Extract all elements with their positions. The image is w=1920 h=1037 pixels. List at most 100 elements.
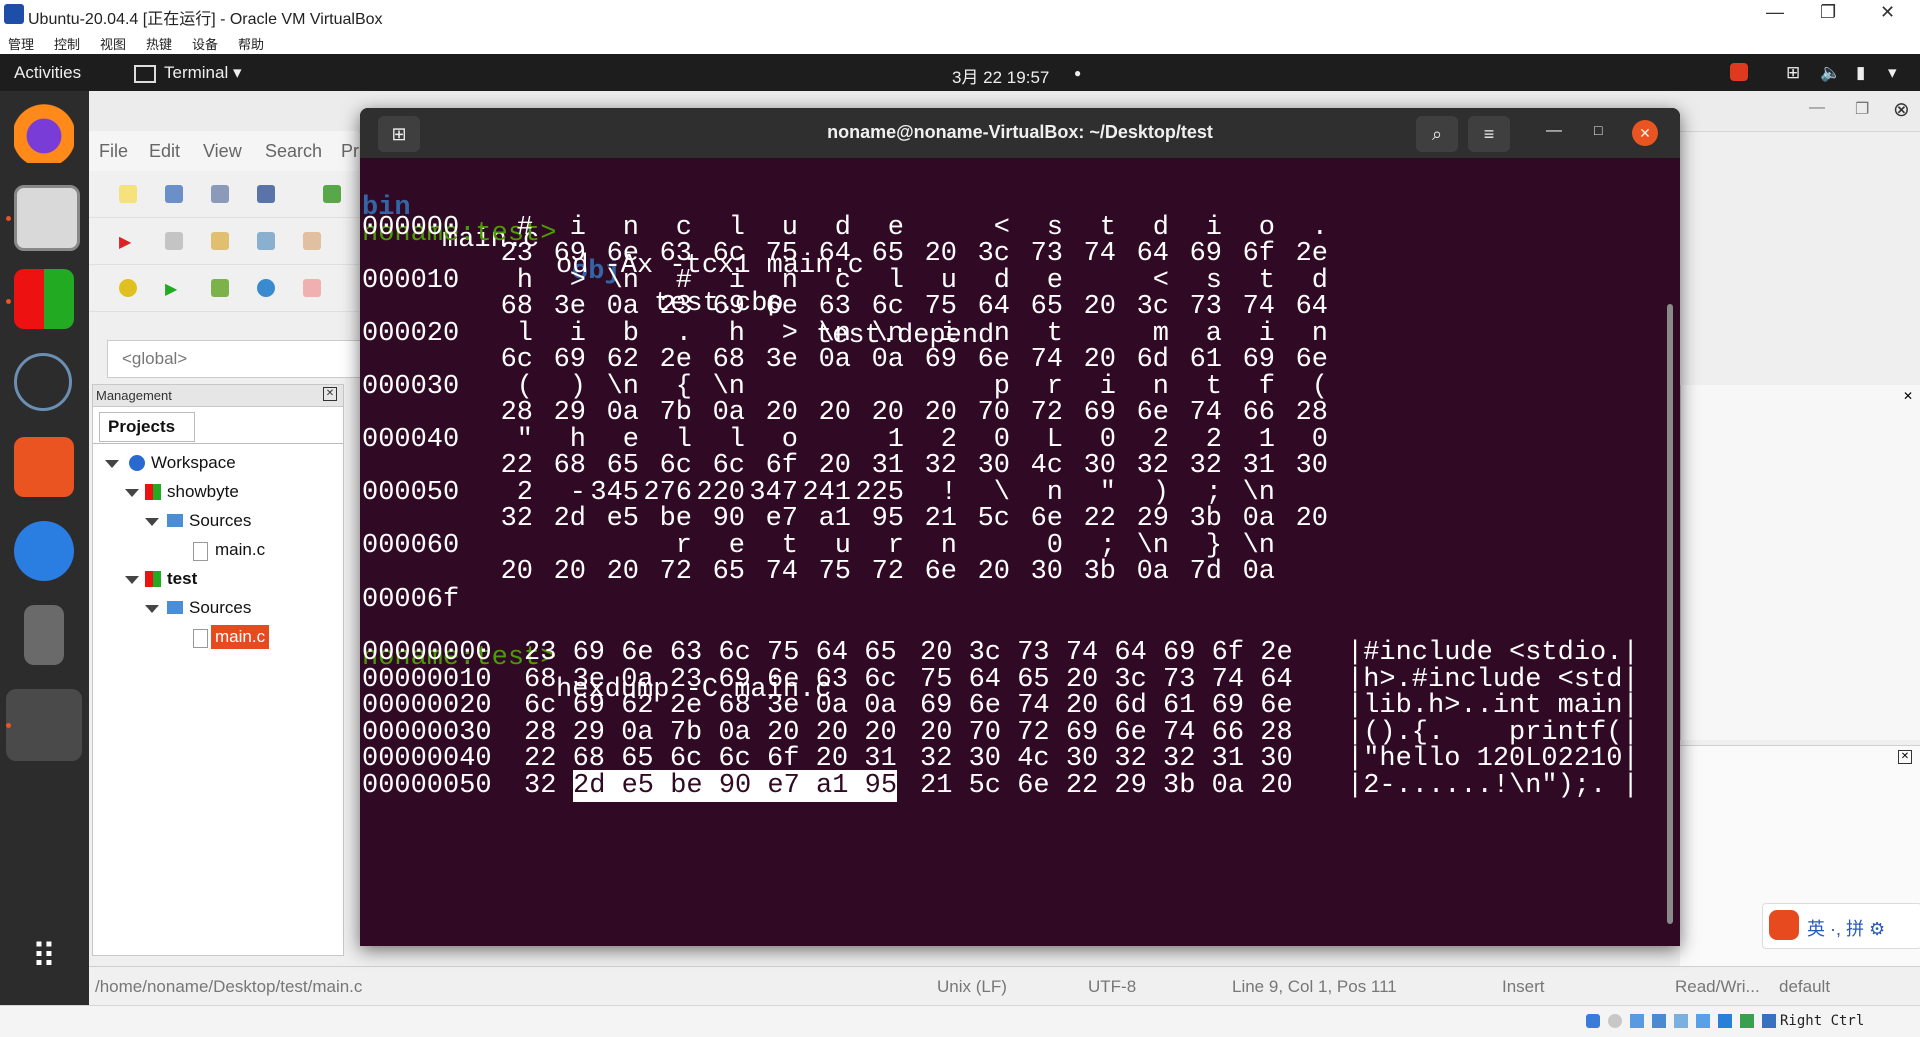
mouse-integration-icon[interactable] (1762, 1014, 1776, 1028)
terminal-dock-icon[interactable] (6, 689, 82, 761)
nqq-icon[interactable] (24, 605, 64, 665)
save-all-icon[interactable] (257, 185, 275, 203)
edb-icon[interactable] (14, 353, 72, 411)
cb-menu-view[interactable]: View (203, 141, 242, 162)
optical-icon[interactable] (1608, 1014, 1622, 1028)
battery-icon[interactable]: ▮ (1856, 63, 1865, 83)
od-hex-byte: 65 (712, 557, 745, 587)
expand-arrow-icon[interactable] (125, 489, 139, 497)
menu-control[interactable]: 控制 (54, 34, 80, 53)
build-icon[interactable] (119, 279, 137, 297)
files-icon[interactable] (14, 185, 80, 251)
expand-arrow-icon[interactable] (105, 460, 119, 468)
run-to-cursor-icon[interactable] (165, 232, 183, 250)
audio-icon[interactable] (1630, 1014, 1644, 1028)
od-offset: 000030 (362, 372, 460, 402)
cb-restore-icon[interactable]: ❐ (1855, 99, 1869, 119)
activities-button[interactable]: Activities (14, 63, 81, 83)
open-icon[interactable] (165, 185, 183, 203)
abort-icon[interactable] (303, 279, 321, 297)
tree-file-main-c-selected[interactable]: main.c (193, 625, 333, 649)
menu-help[interactable]: 帮助 (238, 34, 264, 53)
hamburger-menu-button[interactable]: ≡ (1468, 116, 1510, 152)
software-center-icon[interactable] (14, 437, 74, 497)
right-pane-close-icon[interactable]: ✕ (1903, 389, 1913, 403)
terminal-scrollbar[interactable] (1667, 304, 1673, 924)
sogou-icon[interactable] (1730, 63, 1748, 81)
run-icon[interactable]: ▶ (165, 279, 183, 298)
tree-file-main-c[interactable]: main.c (193, 538, 333, 562)
editor-area: ✕ (1680, 385, 1920, 740)
cb-menu-project[interactable]: Pr (341, 141, 359, 162)
new-file-icon[interactable] (119, 185, 137, 203)
debug-start-icon[interactable]: ▶ (119, 232, 137, 251)
status-encoding: UTF-8 (1088, 977, 1137, 996)
usb-icon[interactable] (1674, 1014, 1688, 1028)
hdd-icon[interactable] (1586, 1014, 1600, 1028)
firefox-icon[interactable] (14, 103, 74, 163)
ime-toolbar[interactable]: 英 ·, 拼 ⚙ (1762, 903, 1920, 949)
tree-project-showbyte[interactable]: showbyte (125, 480, 335, 504)
projects-tree: Projects Workspace showbyte Sources main… (92, 406, 344, 956)
shared-folders-icon[interactable] (1696, 1014, 1710, 1028)
terminal-close-button[interactable]: ✕ (1632, 120, 1658, 146)
codeblocks-menubar: File Edit View Search Pr (89, 131, 359, 171)
tree-project-test[interactable]: test (125, 567, 335, 591)
cb-minimize-icon[interactable]: — (1809, 99, 1825, 117)
tree-folder-sources[interactable]: Sources (145, 509, 335, 533)
close-button[interactable]: ✕ (1880, 2, 1895, 23)
management-close-icon[interactable]: ✕ (323, 387, 337, 401)
terminal-maximize-button[interactable]: □ (1594, 122, 1602, 138)
terminal-minimize-button[interactable]: — (1546, 122, 1562, 140)
menu-view[interactable]: 视图 (100, 34, 126, 53)
cb-menu-edit[interactable]: Edit (149, 141, 180, 162)
rebuild-icon[interactable] (257, 279, 275, 297)
codeblocks-statusbar: /home/noname/Desktop/test/main.c Unix (L… (89, 966, 1920, 1007)
network-icon[interactable]: ⊞ (1786, 63, 1800, 83)
step-into-icon[interactable] (257, 232, 275, 250)
network-adapter-icon[interactable] (1652, 1014, 1666, 1028)
od-hex-byte: 0a (1242, 557, 1275, 587)
terminal-output[interactable]: bin main.c obj test.cbp test.depend nona… (362, 160, 1662, 944)
codeblocks-icon[interactable] (14, 269, 74, 329)
expand-arrow-icon[interactable] (145, 518, 159, 526)
tree-workspace[interactable]: Workspace (105, 451, 335, 475)
show-apps-icon[interactable]: ⠿ (14, 927, 74, 987)
cb-menu-search[interactable]: Search (265, 141, 322, 162)
status-mode: Insert (1502, 977, 1545, 996)
save-icon[interactable] (211, 185, 229, 203)
hexdump-bytes-b: 21 5c 6e 22 29 3b 0a 20 (920, 771, 1293, 801)
step-out-icon[interactable] (303, 232, 321, 250)
menu-devices[interactable]: 设备 (192, 34, 218, 53)
help-icon[interactable] (14, 521, 74, 581)
build-run-icon[interactable] (211, 279, 229, 297)
expand-arrow-icon[interactable] (145, 605, 159, 613)
expand-arrow-icon[interactable] (125, 576, 139, 584)
logs-close-icon[interactable]: ✕ (1898, 750, 1912, 764)
od-hex-byte: 74 (765, 557, 798, 587)
power-menu-icon[interactable]: ▾ (1888, 63, 1897, 83)
undo-icon[interactable] (323, 185, 341, 203)
minimize-button[interactable]: — (1766, 2, 1784, 23)
scope-selector[interactable]: <global> (107, 340, 361, 378)
cb-menu-file[interactable]: File (99, 141, 128, 162)
menu-manage[interactable]: 管理 (8, 34, 34, 53)
running-indicator (6, 299, 11, 304)
app-menu[interactable]: Terminal ▾ (164, 63, 242, 83)
restore-button[interactable]: ❐ (1820, 2, 1836, 23)
tab-projects[interactable]: Projects (99, 412, 195, 442)
tree-label: Sources (189, 511, 252, 530)
running-indicator (6, 216, 11, 221)
next-line-icon[interactable] (211, 232, 229, 250)
menu-hotkey[interactable]: 热键 (146, 34, 172, 53)
display-icon[interactable] (1718, 1014, 1732, 1028)
volume-icon[interactable]: 🔈 (1820, 63, 1841, 83)
clock[interactable]: 3月 22 19:57 (952, 63, 1049, 88)
recording-icon[interactable] (1740, 1014, 1754, 1028)
od-offset: 000020 (362, 319, 460, 349)
tree-folder-sources[interactable]: Sources (145, 596, 335, 620)
sogou-ime-icon[interactable] (1769, 910, 1799, 940)
search-button[interactable]: ⌕ (1416, 116, 1458, 152)
cb-close-icon[interactable]: ⊗ (1893, 97, 1910, 122)
scope-value: <global> (122, 349, 188, 368)
